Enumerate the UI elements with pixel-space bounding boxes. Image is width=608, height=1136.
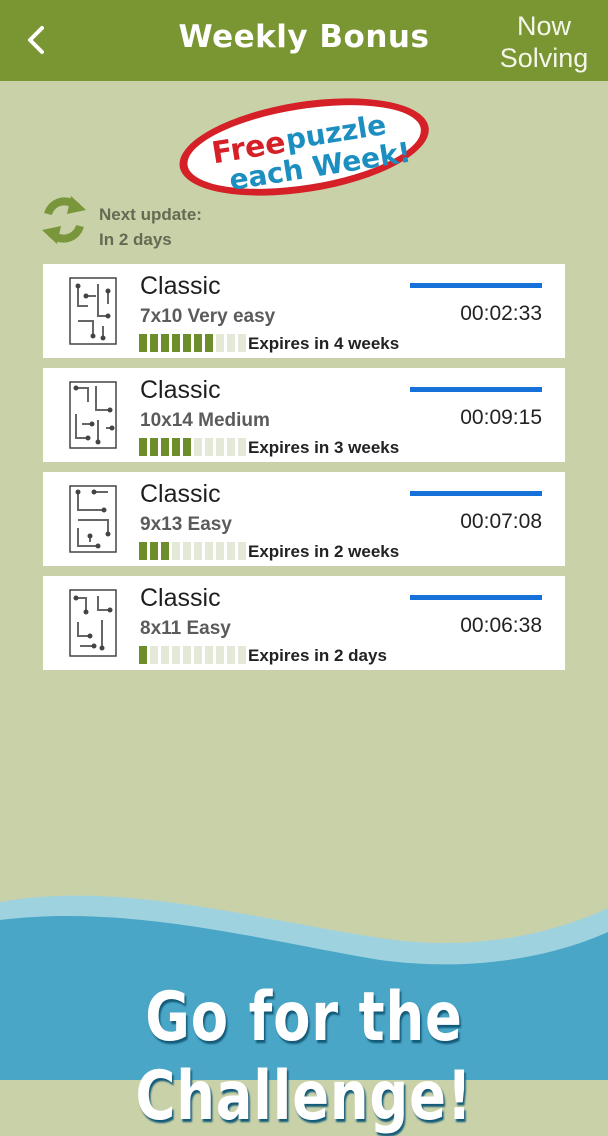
free-puzzle-badge: Free puzzle each Week!	[179, 98, 429, 197]
progress-segment	[238, 334, 246, 352]
puzzle-size-difficulty: 9x13 Easy	[140, 514, 232, 535]
puzzle-grid-icon	[69, 485, 117, 553]
timer-bar	[410, 283, 542, 288]
progress-segment	[172, 438, 180, 456]
progress-segment	[205, 334, 213, 352]
progress-segment	[216, 646, 224, 664]
puzzle-title: Classic	[140, 480, 221, 508]
expires-label: Expires in 2 days	[248, 646, 387, 665]
expiry-progress	[139, 334, 246, 352]
progress-segment	[139, 438, 147, 456]
progress-segment	[183, 542, 191, 560]
puzzle-list: Classic 7x10 Very easy Expires in 4 week…	[43, 264, 565, 680]
timer-bar	[410, 491, 542, 496]
puzzle-grid-icon	[69, 277, 117, 345]
progress-segment	[183, 646, 191, 664]
refresh-icon	[42, 196, 86, 244]
now-solving-line1: Now	[516, 11, 571, 41]
progress-segment	[194, 438, 202, 456]
puzzle-card[interactable]: Classic 10x14 Medium Expires in 3 weeks …	[43, 368, 565, 462]
puzzle-title: Classic	[140, 376, 221, 404]
progress-segment	[216, 438, 224, 456]
puzzle-grid-icon	[69, 381, 117, 449]
progress-segment	[205, 542, 213, 560]
puzzle-size-difficulty: 10x14 Medium	[140, 410, 270, 431]
progress-segment	[150, 646, 158, 664]
progress-segment	[139, 646, 147, 664]
timer-bar	[410, 387, 542, 392]
progress-segment	[172, 542, 180, 560]
expires-label: Expires in 2 weeks	[248, 542, 400, 561]
progress-segment	[139, 542, 147, 560]
expiry-progress	[139, 542, 246, 560]
progress-segment	[161, 646, 169, 664]
progress-segment	[227, 542, 235, 560]
expiry-progress	[139, 646, 246, 664]
puzzle-timer: 00:07:08	[460, 510, 542, 533]
progress-segment	[139, 334, 147, 352]
challenge-banner-text: Go for the Challenge!	[135, 978, 473, 1136]
puzzle-size-difficulty: 7x10 Very easy	[140, 306, 276, 327]
progress-segment	[205, 438, 213, 456]
expiry-progress	[139, 438, 246, 456]
expires-label: Expires in 4 weeks	[248, 334, 400, 353]
puzzle-card[interactable]: Classic 7x10 Very easy Expires in 4 week…	[43, 264, 565, 358]
top-bar: Weekly Bonus Now Solving	[0, 0, 608, 81]
progress-segment	[227, 334, 235, 352]
puzzle-grid-icon	[69, 589, 117, 657]
progress-segment	[238, 646, 246, 664]
progress-segment	[183, 438, 191, 456]
progress-segment	[161, 542, 169, 560]
puzzle-card[interactable]: Classic 8x11 Easy Expires in 2 days 00:0…	[43, 576, 565, 670]
progress-segment	[161, 438, 169, 456]
puzzle-title: Classic	[140, 272, 221, 300]
progress-segment	[150, 334, 158, 352]
progress-segment	[216, 334, 224, 352]
progress-segment	[194, 646, 202, 664]
progress-segment	[216, 542, 224, 560]
next-update-value: In 2 days	[99, 230, 172, 249]
puzzle-timer: 00:06:38	[460, 614, 542, 637]
progress-segment	[227, 438, 235, 456]
progress-segment	[194, 334, 202, 352]
progress-segment	[227, 646, 235, 664]
now-solving-line2: Solving	[499, 43, 589, 73]
progress-segment	[161, 334, 169, 352]
next-update-info: Next update: In 2 days	[99, 202, 202, 252]
next-update-label: Next update:	[99, 205, 202, 224]
puzzle-timer: 00:02:33	[460, 302, 542, 325]
puzzle-card[interactable]: Classic 9x13 Easy Expires in 2 weeks 00:…	[43, 472, 565, 566]
progress-segment	[150, 438, 158, 456]
expires-label: Expires in 3 weeks	[248, 438, 400, 457]
progress-segment	[238, 542, 246, 560]
progress-segment	[150, 542, 158, 560]
progress-segment	[172, 334, 180, 352]
timer-bar	[410, 595, 542, 600]
now-solving-button[interactable]: Now Solving	[494, 10, 594, 74]
progress-segment	[172, 646, 180, 664]
puzzle-timer: 00:09:15	[460, 406, 542, 429]
puzzle-title: Classic	[140, 584, 221, 612]
progress-segment	[183, 334, 191, 352]
puzzle-size-difficulty: 8x11 Easy	[140, 618, 231, 639]
progress-segment	[238, 438, 246, 456]
progress-segment	[194, 542, 202, 560]
progress-segment	[205, 646, 213, 664]
